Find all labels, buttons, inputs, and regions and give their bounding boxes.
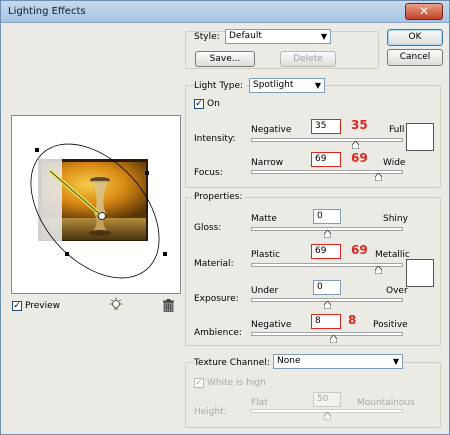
ambience-input[interactable]: 8: [311, 314, 341, 329]
focus-annotation: 69: [351, 151, 368, 165]
focus-input[interactable]: 69: [311, 152, 341, 167]
texture-channel-label: Texture Channel:: [194, 358, 273, 368]
intensity-label: Intensity:: [194, 134, 236, 144]
preview-checkbox[interactable]: ✓: [12, 301, 22, 311]
close-button[interactable]: ✕: [405, 3, 443, 20]
gloss-input[interactable]: 0: [313, 209, 341, 224]
light-type-select[interactable]: Spotlight ▼: [249, 78, 325, 93]
cancel-button[interactable]: Cancel: [387, 49, 443, 66]
trash-icon[interactable]: [163, 299, 174, 315]
style-value: Default: [229, 31, 262, 41]
focus-slider-thumb[interactable]: [375, 173, 383, 181]
chevron-down-icon: ▼: [392, 357, 399, 366]
height-max-label: Mountainous: [357, 398, 415, 408]
gloss-slider-thumb[interactable]: [323, 230, 331, 238]
chevron-down-icon: ▼: [320, 32, 327, 41]
light-type-value: Spotlight: [253, 80, 294, 90]
gloss-label: Gloss:: [194, 223, 222, 233]
focus-label: Focus:: [194, 168, 223, 178]
ambience-min-label: Negative: [251, 320, 292, 330]
height-min-label: Flat: [251, 398, 268, 408]
preview-image: [30, 143, 167, 279]
height-input[interactable]: 50: [313, 392, 341, 407]
light-color-swatch[interactable]: [406, 123, 434, 151]
exposure-slider-thumb[interactable]: [323, 301, 331, 309]
light-on-label: On: [207, 99, 220, 109]
material-label: Material:: [194, 259, 234, 269]
material-max-label: Metallic: [375, 250, 410, 260]
material-min-label: Plastic: [251, 250, 281, 260]
light-type-label: Light Type:: [194, 81, 247, 91]
save-button[interactable]: Save...: [195, 51, 255, 67]
material-input[interactable]: 69: [311, 244, 341, 259]
material-annotation: 69: [351, 243, 368, 257]
properties-title: Properties:: [192, 192, 245, 202]
chevron-down-icon: ▼: [314, 81, 321, 90]
lighting-effects-dialog: Lighting Effects ✕ ✓ Preview Style: Defa…: [0, 0, 450, 435]
title-bar[interactable]: Lighting Effects ✕: [1, 1, 449, 23]
ok-button[interactable]: OK: [387, 29, 443, 46]
gloss-min-label: Matte: [251, 214, 277, 224]
intensity-annotation: 35: [351, 118, 368, 132]
light-bulb-icon[interactable]: [109, 298, 123, 316]
intensity-max-label: Full: [389, 125, 405, 135]
style-select[interactable]: Default ▼: [225, 29, 331, 44]
height-label: Height:: [194, 407, 227, 417]
height-slider-thumb[interactable]: [323, 412, 331, 420]
window-title: Lighting Effects: [8, 6, 86, 17]
gloss-max-label: Shiny: [383, 214, 408, 224]
exposure-min-label: Under: [251, 286, 279, 296]
white-is-high-checkbox[interactable]: ✓: [194, 378, 204, 388]
intensity-min-label: Negative: [251, 125, 292, 135]
ambience-slider-track[interactable]: [251, 332, 403, 336]
exposure-max-label: Over: [386, 286, 408, 296]
intensity-slider-thumb[interactable]: [352, 141, 360, 149]
intensity-slider-track[interactable]: [251, 138, 403, 142]
ambient-color-swatch[interactable]: [406, 259, 434, 287]
material-slider-thumb[interactable]: [375, 266, 383, 274]
ambience-label: Ambience:: [194, 328, 242, 338]
preview-canvas[interactable]: [11, 115, 181, 294]
exposure-label: Exposure:: [194, 294, 239, 304]
ambience-annotation: 8: [348, 313, 357, 327]
ambience-slider-thumb[interactable]: [329, 335, 337, 343]
focus-max-label: Wide: [383, 158, 406, 168]
focus-min-label: Narrow: [251, 158, 284, 168]
style-label: Style:: [194, 32, 220, 42]
white-is-high-label: White is high: [207, 378, 266, 388]
texture-channel-value: None: [277, 356, 301, 366]
light-on-checkbox[interactable]: ✓: [194, 99, 204, 109]
intensity-input[interactable]: 35: [311, 119, 341, 134]
delete-button[interactable]: Delete: [280, 51, 336, 67]
preview-label: Preview: [25, 301, 61, 311]
texture-channel-select[interactable]: None ▼: [273, 354, 403, 369]
exposure-input[interactable]: 0: [313, 280, 341, 295]
ambience-max-label: Positive: [373, 320, 408, 330]
